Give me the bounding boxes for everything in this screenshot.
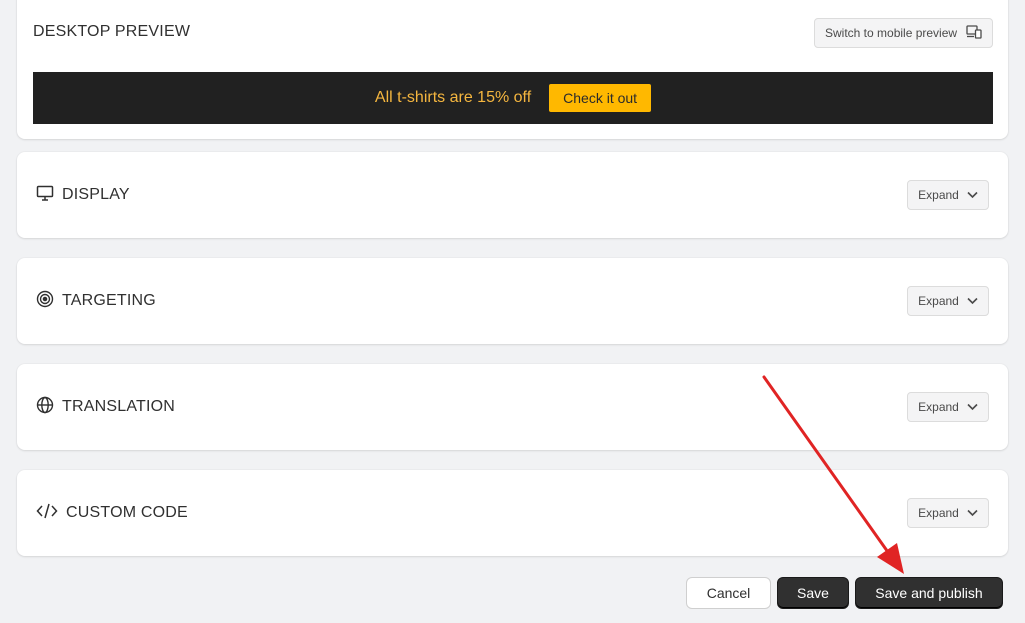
expand-targeting-button[interactable]: Expand [907, 286, 989, 316]
targeting-section: TARGETING Expand [17, 258, 1008, 344]
custom-code-section: CUSTOM CODE Expand [17, 470, 1008, 556]
globe-icon [36, 396, 54, 419]
monitor-icon [36, 184, 54, 207]
code-icon [36, 502, 58, 525]
announcement-bar-preview: All t-shirts are 15% off Check it out [33, 72, 993, 124]
preview-title: DESKTOP PREVIEW [33, 23, 191, 40]
devices-icon [966, 24, 982, 42]
target-icon [36, 290, 54, 313]
expand-label: Expand [918, 188, 959, 202]
section-title: TRANSLATION [62, 398, 176, 415]
expand-custom-code-button[interactable]: Expand [907, 498, 989, 528]
announcement-text: All t-shirts are 15% off [374, 89, 532, 106]
chevron-down-icon [967, 506, 978, 520]
cancel-button[interactable]: Cancel [686, 577, 771, 609]
chevron-down-icon [967, 400, 978, 414]
page: DESKTOP PREVIEW Switch to mobile preview… [0, 0, 1025, 623]
section-title: TARGETING [62, 292, 156, 309]
expand-label: Expand [918, 400, 959, 414]
save-button[interactable]: Save [777, 577, 849, 609]
expand-display-button[interactable]: Expand [907, 180, 989, 210]
section-title: CUSTOM CODE [66, 504, 188, 521]
expand-label: Expand [918, 506, 959, 520]
check-it-out-button[interactable]: Check it out [549, 84, 652, 112]
display-section: DISPLAY Expand [17, 152, 1008, 238]
expand-translation-button[interactable]: Expand [907, 392, 989, 422]
save-and-publish-button[interactable]: Save and publish [855, 577, 1003, 609]
chevron-down-icon [967, 294, 978, 308]
translation-section: TRANSLATION Expand [17, 364, 1008, 450]
switch-to-mobile-preview-button[interactable]: Switch to mobile preview [814, 18, 993, 48]
section-title: DISPLAY [62, 186, 130, 203]
chevron-down-icon [967, 188, 978, 202]
expand-label: Expand [918, 294, 959, 308]
switch-preview-label: Switch to mobile preview [825, 26, 958, 40]
desktop-preview-card: DESKTOP PREVIEW Switch to mobile preview… [17, 0, 1008, 139]
